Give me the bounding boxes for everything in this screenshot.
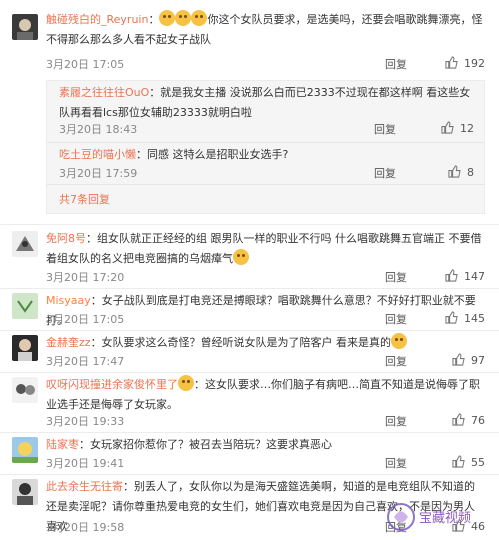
like-count: 192	[464, 57, 485, 70]
like-count: 8	[467, 166, 474, 179]
reply-button[interactable]: 回复	[374, 121, 396, 137]
thumb-up-icon	[452, 353, 465, 366]
thumb-up-icon	[445, 269, 458, 282]
comment-text: 叹呀闪现撞进余家俊怀里了 ：这女队要求…你们脑子有病吧…简直不知道是说侮辱了职业选…	[46, 375, 485, 415]
avatar[interactable]	[12, 479, 38, 505]
emoji-icon	[178, 375, 194, 391]
reply-button[interactable]: 回复	[385, 353, 407, 369]
comment-time: 3月20日 19:33	[46, 415, 125, 428]
comment-text: 陆家枣：女玩家招你惹你了？被召去当陪玩？这要求真恶心	[46, 438, 332, 451]
comment-item: 触碰残白的_Reyruin： 你这个女队员要求，是选美吗，还要会唱歌跳舞漂亮，怪不…	[0, 0, 499, 225]
avatar[interactable]	[12, 293, 38, 319]
reply-meta: 3月20日 18:43 回复 12	[59, 121, 474, 139]
comment-item: Misyaay：女子战队到底是打电竞还是搏眼球？唱歌跳舞什么意思？不好好打职业就…	[0, 289, 499, 331]
comment-username[interactable]: 此去余生无往寄	[46, 480, 123, 493]
like-count: 147	[464, 270, 485, 283]
emoji-icon	[159, 10, 176, 26]
emoji-icon	[191, 10, 208, 26]
comment-text: 免阿8号：组女队就正正经经的组 跟男队一样的职业不行吗 什么唱歌跳舞五官端正 不…	[46, 232, 482, 265]
reply-text: 吃土豆的喵小懒：同感 这特么是招职业女选手?	[59, 148, 289, 161]
comment-meta: 3月20日 17:05 回复 145	[46, 311, 485, 329]
reply-button[interactable]: 回复	[385, 311, 407, 327]
reply-button[interactable]: 回复	[385, 269, 407, 285]
comment-time: 3月20日 17:05	[46, 313, 125, 326]
avatar[interactable]	[12, 335, 38, 361]
comment-item: 金赫奎zz：女队要求这么奇怪？曾经听说女队是为了陪客户 看来是真的 3月20日 …	[0, 331, 499, 373]
comment-meta: 3月20日 19:41 回复 55	[46, 455, 485, 473]
watermark-logo: 宝藏视频	[387, 503, 471, 531]
comment-username[interactable]: Misyaay	[46, 294, 91, 307]
comment-text: 触碰残白的_Reyruin： 你这个女队员要求，是选美吗，还要会唱歌跳舞漂亮，怪不…	[46, 10, 485, 50]
like-count: 145	[464, 312, 485, 325]
avatar[interactable]	[12, 437, 38, 463]
thumb-up-icon	[448, 165, 461, 178]
comment-meta: 3月20日 19:33 回复 76	[46, 413, 485, 431]
thumb-up-icon	[445, 56, 458, 69]
thumb-up-icon	[452, 455, 465, 468]
reply-button[interactable]: 回复	[385, 413, 407, 429]
comment-item: 免阿8号：组女队就正正经经的组 跟男队一样的职业不行吗 什么唱歌跳舞五官端正 不…	[0, 225, 499, 289]
reply-box: 素履之往往往OuO：就是我女主播 没说那么白而已2333不过现在都这样啊 看这些…	[46, 80, 485, 214]
avatar[interactable]	[12, 231, 38, 257]
comment-item: 叹呀闪现撞进余家俊怀里了 ：这女队要求…你们脑子有病吧…简直不知道是说侮辱了职业选…	[0, 373, 499, 433]
like-count: 76	[471, 414, 485, 427]
emoji-icon	[391, 333, 408, 349]
comment-text: 金赫奎zz：女队要求这么奇怪？曾经听说女队是为了陪客户 看来是真的	[46, 333, 485, 353]
emoji-icon	[233, 249, 249, 265]
comment-time: 3月20日 17:47	[46, 355, 125, 368]
reply-username[interactable]: 素履之往往往OuO	[59, 86, 149, 99]
like-count: 55	[471, 456, 485, 469]
like-button[interactable]: 192	[425, 56, 485, 70]
reply-time: 3月20日 18:43	[59, 123, 138, 136]
comment-item: 陆家枣：女玩家招你惹你了？被召去当陪玩？这要求真恶心 3月20日 19:41 回…	[0, 433, 499, 475]
emoji-icon	[175, 10, 192, 26]
reply-meta: 3月20日 17:59 回复 8	[59, 165, 474, 183]
like-button[interactable]: 147	[425, 269, 485, 283]
comment-meta: 3月20日 17:20 回复 147	[46, 269, 485, 287]
comment-meta: 3月20日 17:47 回复 97	[46, 353, 485, 371]
more-replies-link[interactable]: 共7条回复	[59, 191, 110, 207]
like-button[interactable]: 145	[425, 311, 485, 325]
thumb-up-icon	[445, 311, 458, 324]
like-count: 12	[460, 122, 474, 135]
comment-username[interactable]: 免阿8号	[46, 232, 86, 245]
reply-time: 3月20日 17:59	[59, 167, 138, 180]
avatar[interactable]	[12, 14, 38, 40]
reply-button[interactable]: 回复	[385, 455, 407, 471]
thumb-up-icon	[441, 121, 454, 134]
reply-text: 素履之往往往OuO：就是我女主播 没说那么白而已2333不过现在都这样啊 看这些…	[59, 86, 471, 119]
comment-time: 3月20日 19:58	[46, 521, 125, 534]
comment-username[interactable]: 叹呀闪现撞进余家俊怀里了	[46, 378, 178, 391]
thumb-up-icon	[452, 413, 465, 426]
avatar[interactable]	[12, 377, 38, 403]
like-button[interactable]: 8	[414, 165, 474, 179]
reply-item: 素履之往往往OuO：就是我女主播 没说那么白而已2333不过现在都这样啊 看这些…	[47, 81, 484, 143]
comment-time: 3月20日 17:05	[46, 58, 125, 71]
like-button[interactable]: 76	[425, 413, 485, 427]
like-button[interactable]: 55	[425, 455, 485, 469]
comment-meta: 3月20日 17:05 回复 192	[46, 56, 485, 74]
watermark-text: 宝藏视频	[419, 511, 471, 526]
comment-username[interactable]: 触碰残白的_Reyruin	[46, 13, 148, 26]
comment-username[interactable]: 陆家枣	[46, 438, 79, 451]
reply-item: 吃土豆的喵小懒：同感 这特么是招职业女选手? 3月20日 17:59 回复 8	[47, 143, 484, 185]
comment-username[interactable]: 金赫奎zz	[46, 336, 91, 349]
comment-time: 3月20日 19:41	[46, 457, 125, 470]
like-count: 97	[471, 354, 485, 367]
like-button[interactable]: 97	[425, 353, 485, 367]
reply-button[interactable]: 回复	[374, 165, 396, 181]
comment-list: 触碰残白的_Reyruin： 你这个女队员要求，是选美吗，还要会唱歌跳舞漂亮，怪不…	[0, 0, 499, 540]
reply-button[interactable]: 回复	[385, 56, 407, 72]
like-button[interactable]: 12	[414, 121, 474, 135]
reply-username[interactable]: 吃土豆的喵小懒	[59, 148, 136, 161]
comment-time: 3月20日 17:20	[46, 271, 125, 284]
